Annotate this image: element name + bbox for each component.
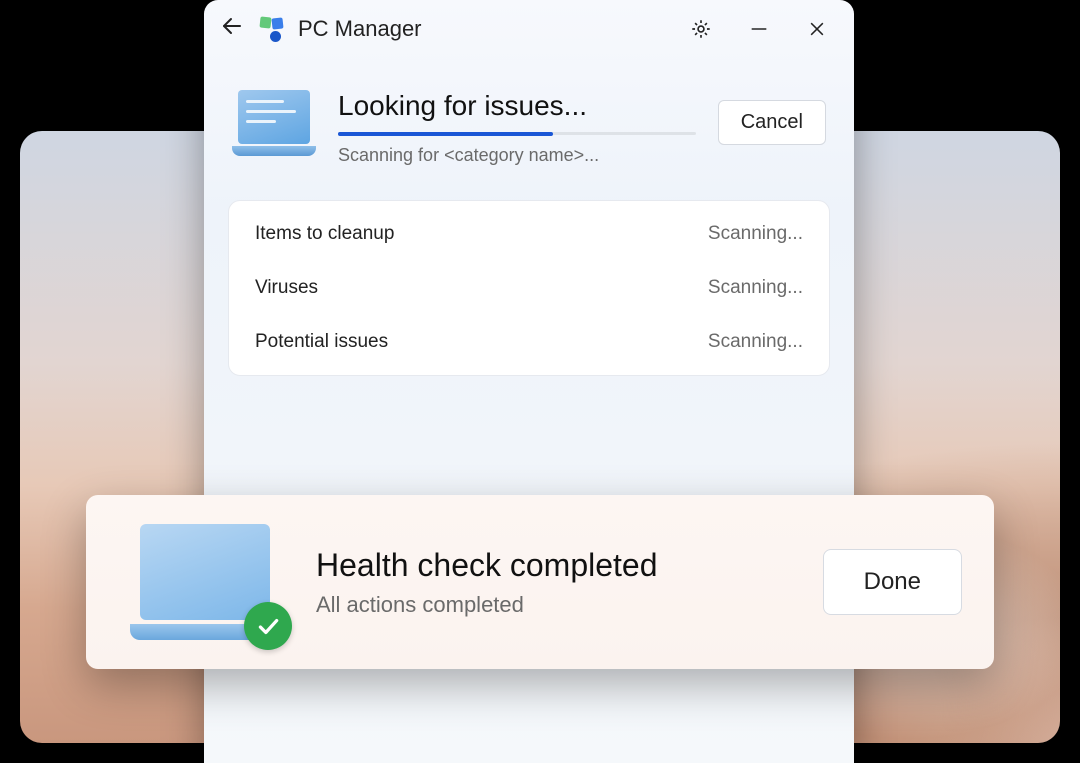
check-icon [255, 613, 281, 639]
toast-title: Health check completed [316, 547, 787, 584]
scan-item-row: Items to cleanup Scanning... [253, 207, 805, 261]
scan-item-label: Items to cleanup [255, 223, 394, 245]
scan-item-status: Scanning... [708, 331, 803, 353]
settings-button[interactable] [678, 12, 724, 46]
app-title: PC Manager [298, 16, 422, 42]
titlebar: PC Manager [204, 0, 854, 54]
scan-item-label: Potential issues [255, 331, 388, 353]
scan-header: Looking for issues... Scanning for <cate… [204, 54, 854, 186]
scan-progress-bar [338, 132, 696, 135]
laptop-icon [130, 524, 280, 640]
scan-items-card: Items to cleanup Scanning... Viruses Sca… [228, 200, 830, 376]
scan-item-status: Scanning... [708, 223, 803, 245]
toast-subtitle: All actions completed [316, 592, 787, 618]
scan-item-row: Potential issues Scanning... [253, 315, 805, 369]
gear-icon [690, 18, 712, 40]
minimize-icon [748, 18, 770, 40]
cancel-button[interactable]: Cancel [718, 100, 826, 145]
arrow-left-icon [220, 14, 244, 38]
checkmark-badge [244, 602, 292, 650]
scan-subtitle: Scanning for <category name>... [338, 145, 696, 166]
scan-item-label: Viruses [255, 277, 318, 299]
close-button[interactable] [794, 12, 840, 46]
minimize-button[interactable] [736, 12, 782, 46]
back-button[interactable] [218, 14, 246, 45]
close-icon [807, 19, 827, 39]
done-button[interactable]: Done [823, 549, 962, 615]
app-logo-icon [258, 15, 286, 43]
scan-item-status: Scanning... [708, 277, 803, 299]
laptop-icon [232, 90, 316, 156]
scan-item-row: Viruses Scanning... [253, 261, 805, 315]
completion-toast: Health check completed All actions compl… [86, 495, 994, 669]
scan-title: Looking for issues... [338, 90, 696, 122]
